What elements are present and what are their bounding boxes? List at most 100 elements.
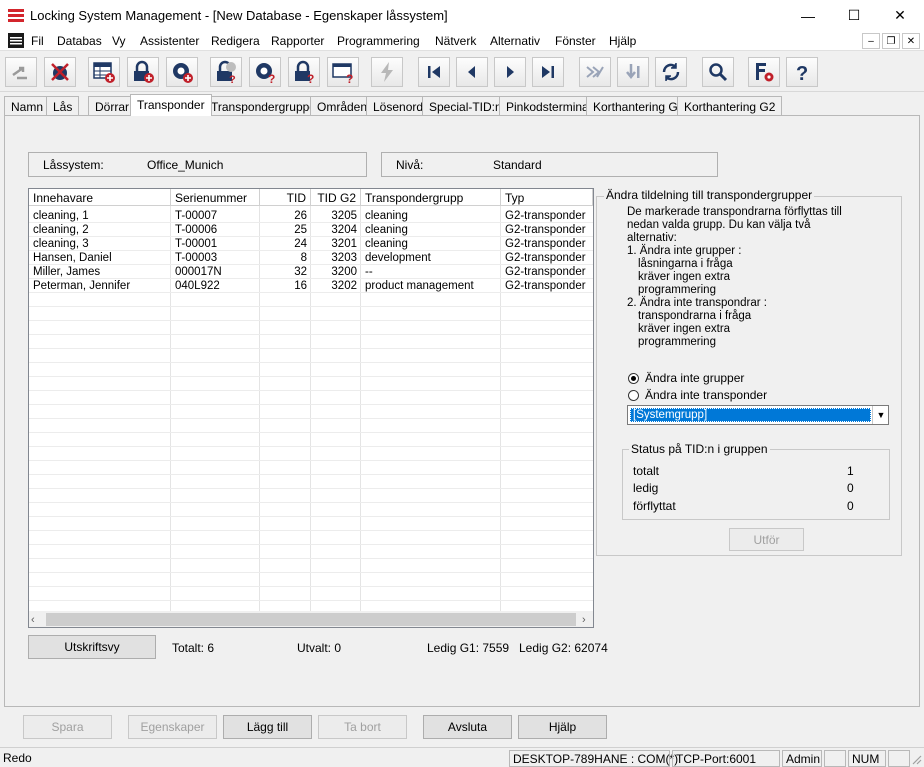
- status-user: Admin: [782, 750, 822, 767]
- maximize-button[interactable]: ☐: [831, 0, 877, 31]
- menu-rapporter[interactable]: Rapporter: [271, 34, 324, 48]
- properties-button[interactable]: Egenskaper: [128, 715, 217, 739]
- menu-redigera[interactable]: Redigera: [211, 34, 260, 48]
- table-row[interactable]: cleaning, 2 T-00006 25 3204 cleaning G2-trans…: [29, 223, 593, 237]
- menu-fonster[interactable]: Fönster: [555, 34, 596, 48]
- help-button[interactable]: ?: [786, 57, 818, 87]
- query-card-button[interactable]: ?: [327, 57, 359, 87]
- table-row[interactable]: cleaning, 3 T-00001 24 3201 cleaning G2-trans…: [29, 237, 593, 251]
- execute-button[interactable]: Utför: [729, 528, 804, 551]
- query-lock-lock-button[interactable]: ?: [288, 57, 320, 87]
- column-header-tid[interactable]: TID: [260, 189, 311, 206]
- tab-las[interactable]: Lås: [46, 96, 80, 116]
- radio-dont-change-groups[interactable]: Ändra inte grupper: [628, 371, 744, 385]
- resize-grip-icon[interactable]: [910, 753, 922, 765]
- add-transponder-button[interactable]: [166, 57, 198, 87]
- settings-button[interactable]: [748, 57, 780, 87]
- tab-namn[interactable]: Namn: [4, 96, 51, 116]
- clear-filter-icon: [586, 66, 604, 78]
- download-button[interactable]: [617, 57, 649, 87]
- column-header-typ[interactable]: Typ: [501, 189, 593, 206]
- menu-vy[interactable]: Vy: [112, 34, 126, 48]
- mdi-close-button[interactable]: ✕: [902, 33, 920, 49]
- save-button[interactable]: Spara: [23, 715, 112, 739]
- tab-special-tid[interactable]: Special-TID:n: [422, 96, 509, 116]
- last-record-button[interactable]: [532, 57, 564, 87]
- minimize-button[interactable]: —: [785, 0, 831, 31]
- column-header-innehavare[interactable]: Innehavare: [29, 189, 171, 206]
- menu-alternativ[interactable]: Alternativ: [490, 34, 540, 48]
- cell-type: G2-transponder: [505, 238, 586, 250]
- print-preview-button[interactable]: Utskriftsvy: [28, 635, 156, 659]
- scroll-left-icon[interactable]: ‹: [31, 614, 35, 626]
- tid-status-title: Status på TID:n i gruppen: [629, 442, 770, 456]
- tab-korthantering-g2[interactable]: Korthantering G2: [677, 96, 783, 116]
- clear-filter-button[interactable]: [579, 57, 611, 87]
- add-table-icon: [93, 62, 115, 83]
- mdi-minimize-button[interactable]: –: [862, 33, 880, 49]
- document-icon[interactable]: [8, 33, 24, 48]
- search-button[interactable]: [702, 57, 734, 87]
- chevron-down-icon[interactable]: ▼: [872, 406, 889, 424]
- column-header-serienummer[interactable]: Serienummer: [171, 189, 260, 206]
- cell-tid-g2: 3200: [331, 266, 357, 278]
- menu-assistenter[interactable]: Assistenter: [140, 34, 199, 48]
- mdi-restore-button[interactable]: ❐: [882, 33, 900, 49]
- lightning-button[interactable]: [371, 57, 403, 87]
- transponder-table[interactable]: Innehavare Serienummer TID TID G2 Transp…: [28, 188, 594, 628]
- add-button[interactable]: Lägg till: [223, 715, 312, 739]
- previous-record-button[interactable]: [456, 57, 488, 87]
- tab-pinkodsterminal[interactable]: Pinkodsterminal: [499, 96, 599, 116]
- column-header-tid-g2[interactable]: TID G2: [311, 189, 361, 206]
- table-row[interactable]: Hansen, Daniel T-00003 8 3203 development G2-…: [29, 251, 593, 265]
- menu-programmering[interactable]: Programmering: [337, 34, 420, 48]
- group-select[interactable]: [Systemgrupp] ▼: [627, 405, 889, 425]
- scroll-right-icon[interactable]: ›: [582, 614, 586, 626]
- cell-group: development: [365, 252, 431, 264]
- radio-checked-icon[interactable]: [628, 372, 639, 384]
- selected-count: Utvalt: 0: [297, 641, 342, 655]
- cell-serial: T-00001: [175, 238, 218, 250]
- first-record-button[interactable]: [418, 57, 450, 87]
- refresh-button[interactable]: [655, 57, 687, 87]
- table-row[interactable]: Miller, James 000017N 32 3200 -- G2-transpond…: [29, 265, 593, 279]
- menu-databas[interactable]: Databas: [57, 34, 102, 48]
- tab-transponder[interactable]: Transponder: [130, 94, 212, 116]
- query-lock-lock-icon: ?: [295, 60, 314, 84]
- tab-transpondergrupper[interactable]: Transpondergrupper: [204, 96, 327, 116]
- help-dialog-button[interactable]: Hjälp: [518, 715, 607, 739]
- query-lock-button[interactable]: ?: [210, 57, 242, 87]
- table-row[interactable]: cleaning, 1 T-00007 26 3205 cleaning G2-trans…: [29, 209, 593, 223]
- menu-hjalp[interactable]: Hjälp: [609, 34, 636, 48]
- tab-korthantering-g1[interactable]: Korthantering G1: [586, 96, 692, 116]
- add-lock-button[interactable]: [127, 57, 159, 87]
- query-transponder-button[interactable]: ?: [249, 57, 281, 87]
- status-total-value: 1: [847, 464, 854, 478]
- tab-losenord[interactable]: Lösenord: [366, 96, 431, 116]
- menu-bar: Fil Databas Vy Assistenter Redigera Rapp…: [0, 31, 924, 51]
- exit-button[interactable]: Avsluta: [423, 715, 512, 739]
- cell-tid-g2: 3202: [331, 280, 357, 292]
- cell-serial: T-00006: [175, 224, 218, 236]
- close-button[interactable]: ✕: [877, 0, 923, 31]
- cell-tid-g2: 3201: [331, 238, 357, 250]
- column-header-transpondergrupp[interactable]: Transpondergrupp: [361, 189, 501, 206]
- menu-natverk[interactable]: Nätverk: [435, 34, 476, 48]
- table-row[interactable]: Peterman, Jennifer 040L922 16 3202 product m…: [29, 279, 593, 293]
- radio-dont-change-transponders[interactable]: Ändra inte transponder: [628, 388, 767, 402]
- remove-button[interactable]: Ta bort: [318, 715, 407, 739]
- cell-group: cleaning: [365, 210, 408, 222]
- tab-omraden[interactable]: Områden: [310, 96, 375, 116]
- menu-fil[interactable]: Fil: [31, 34, 44, 48]
- next-record-button[interactable]: [494, 57, 526, 87]
- radio-unchecked-icon[interactable]: [628, 389, 639, 401]
- add-table-button[interactable]: [88, 57, 120, 87]
- horizontal-scrollbar[interactable]: ‹ ›: [29, 611, 593, 627]
- scroll-thumb[interactable]: [46, 613, 576, 626]
- tab-dorrar[interactable]: Dörrar: [88, 96, 137, 116]
- cell-type: G2-transponder: [505, 252, 586, 264]
- delete-transponder-button[interactable]: [44, 57, 76, 87]
- cell-type: G2-transponder: [505, 280, 586, 292]
- swap-button[interactable]: [5, 57, 37, 87]
- total-count: Totalt: 6: [172, 641, 215, 655]
